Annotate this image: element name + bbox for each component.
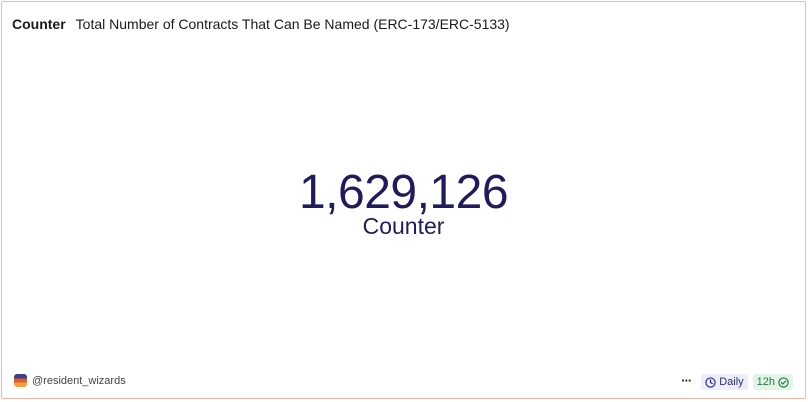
schedule-label: Daily	[719, 376, 744, 388]
counter-card: Counter Total Number of Contracts That C…	[1, 1, 806, 399]
clock-icon	[705, 376, 716, 388]
freshness-label: 12h	[756, 376, 775, 388]
author-link[interactable]: @resident_wizards	[14, 374, 126, 387]
card-footer-actions: ··· Daily 12h	[681, 373, 793, 391]
counter-label: Counter	[362, 213, 445, 239]
more-options-button[interactable]: ···	[681, 373, 696, 391]
counter-display: 1,629,126 Counter	[2, 166, 805, 240]
author-name[interactable]: @resident_wizards	[32, 375, 126, 387]
widget-type-label: Counter	[12, 16, 66, 32]
check-circle-icon	[778, 376, 789, 388]
card-header: Counter Total Number of Contracts That C…	[12, 16, 510, 32]
freshness-badge[interactable]: 12h	[752, 374, 793, 390]
widget-title: Total Number of Contracts That Can Be Na…	[75, 16, 510, 32]
schedule-badge[interactable]: Daily	[701, 374, 748, 390]
avatar	[14, 374, 27, 387]
counter-value: 1,629,126	[298, 166, 509, 219]
